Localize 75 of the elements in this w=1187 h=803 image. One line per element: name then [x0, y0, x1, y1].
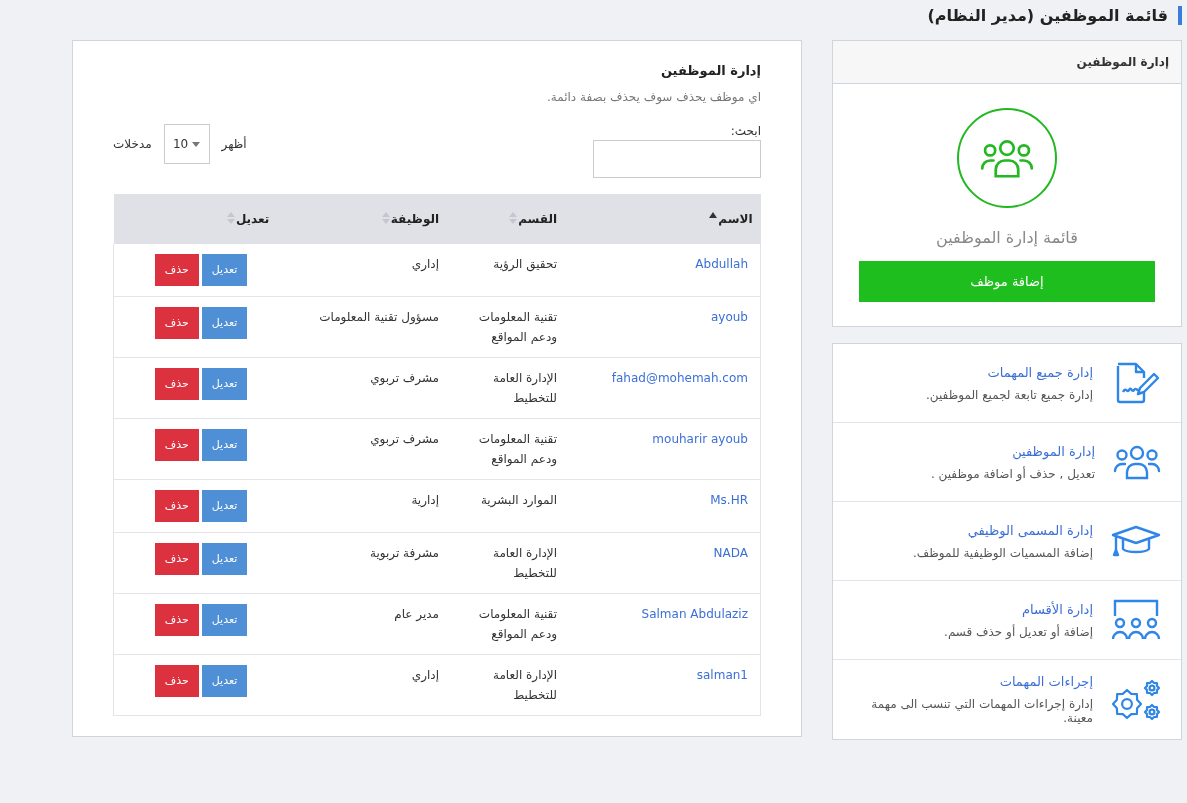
table-cell: إدارية: [277, 479, 448, 533]
employee-name-link[interactable]: ayoub: [710, 310, 748, 324]
sidebar-link-item[interactable]: إدارة الموظفين تعديل , حذف أو اضافة موظفين .: [833, 423, 1181, 502]
delete-button[interactable]: حذف: [154, 543, 199, 575]
table-cell: مشرف تربوي: [277, 418, 448, 480]
column-header[interactable]: الاسم: [565, 194, 761, 244]
delete-button[interactable]: حذف: [154, 604, 199, 636]
edit-button[interactable]: تعديل: [201, 368, 248, 400]
entries-dropdown[interactable]: 10: [163, 124, 210, 164]
card-header: إدارة الموظفين: [833, 41, 1181, 84]
search-field[interactable]: [593, 140, 761, 178]
table-cell: مسؤول تقنية المعلومات: [277, 296, 448, 358]
edit-button[interactable]: تعديل: [201, 254, 248, 286]
employee-name-link[interactable]: mouharir ayoub: [652, 432, 748, 446]
link-description: إضافة أو تعديل أو حذف قسم.: [944, 624, 1093, 639]
warning-note: اي موظف يحذف سوف يحذف بصفة دائمة.: [546, 90, 761, 104]
caret-icon: [192, 141, 201, 147]
table-cell: مدير عام: [277, 593, 448, 655]
people-icon: [1113, 444, 1161, 480]
show-label: أظهر: [221, 137, 247, 151]
table-cell: الإدارة العامة للتخطيط: [447, 357, 566, 419]
link-title[interactable]: إدارة جميع المهمات: [926, 364, 1093, 380]
edit-button[interactable]: تعديل: [201, 665, 248, 697]
section-heading: إدارة الموظفين: [659, 63, 761, 78]
table-cell: الإدارة العامة للتخطيط: [447, 654, 566, 716]
presentation-board-icon: [1111, 599, 1161, 641]
employee-name-link[interactable]: Salman Abdulaziz: [641, 607, 748, 621]
edit-button[interactable]: تعديل: [201, 490, 248, 522]
employee-name-link[interactable]: Abdullah: [695, 257, 748, 271]
graduation-cap-icon: [1111, 525, 1161, 557]
entries-label: مدخلات: [113, 137, 152, 151]
sidebar-link-item[interactable]: إجراءات المهمات إدارة إجراءات المهمات التي تنسب الى مهمة معينة.: [833, 660, 1181, 739]
edit-button[interactable]: تعديل: [201, 604, 248, 636]
table-cell: الموارد البشرية: [447, 479, 566, 533]
link-description: إدارة إجراءات المهمات التي تنسب الى مهمة معينة.: [870, 697, 1093, 725]
employee-name-link[interactable]: NADA: [713, 546, 748, 560]
table-cell: تقنية المعلومات ودعم المواقع: [447, 296, 566, 358]
link-description: إضافة المسميات الوظيفية للموظف.: [913, 545, 1093, 560]
sidebar-link-item[interactable]: إدارة جميع المهمات إدارة جميع تابعة لجميع الموظفين.: [833, 344, 1181, 423]
table-cell: تقنية المعلومات ودعم المواقع: [447, 593, 566, 655]
column-header[interactable]: القسم: [447, 194, 566, 244]
sidebar-link-item[interactable]: إدارة الأقسام إضافة أو تعديل أو حذف قسم.: [833, 581, 1181, 660]
edit-button[interactable]: تعديل: [201, 307, 248, 339]
delete-button[interactable]: حذف: [154, 254, 199, 286]
link-description: إدارة جميع تابعة لجميع الموظفين.: [926, 387, 1093, 402]
search-label: ابحث:: [729, 124, 761, 138]
table-cell: إداري: [277, 654, 448, 716]
add-employee-button[interactable]: إضافة موظف: [859, 261, 1155, 302]
edit-button[interactable]: تعديل: [201, 429, 248, 461]
table-cell: إداري: [277, 244, 448, 297]
link-title[interactable]: إجراءات المهمات: [847, 674, 1093, 689]
link-description: تعديل , حذف أو اضافة موظفين .: [931, 466, 1095, 481]
link-title[interactable]: إدارة المسمى الوظيفي: [913, 522, 1093, 538]
table-cell: تقنية المعلومات ودعم المواقع: [447, 418, 566, 480]
column-header[interactable]: تعديل: [113, 194, 278, 244]
employee-name-link[interactable]: fahad@mohemah.com: [611, 371, 748, 385]
column-header[interactable]: الوظيفة: [277, 194, 448, 244]
table-cell: مشرفة تربوية: [277, 532, 448, 594]
delete-button[interactable]: حذف: [154, 429, 199, 461]
delete-button[interactable]: حذف: [154, 307, 199, 339]
table-cell: الإدارة العامة للتخطيط: [447, 532, 566, 594]
sidebar-link-item[interactable]: إدارة المسمى الوظيفي إضافة المسميات الوظيفية للموظف.: [833, 502, 1181, 581]
page-title: قائمة الموظفين (مدير النظام): [927, 6, 1182, 25]
table-cell: مشرف تربوي: [277, 357, 448, 419]
link-title[interactable]: إدارة الأقسام: [944, 601, 1093, 617]
edit-button[interactable]: تعديل: [201, 543, 248, 575]
link-title[interactable]: إدارة الموظفين: [931, 443, 1095, 459]
delete-button[interactable]: حذف: [154, 368, 199, 400]
employee-name-link[interactable]: Ms.HR: [710, 493, 748, 507]
delete-button[interactable]: حذف: [154, 490, 199, 522]
employee-name-link[interactable]: salman1: [696, 668, 748, 682]
table-cell: تحقيق الرؤية: [447, 244, 566, 297]
gears-icon: [1111, 679, 1161, 720]
card-title: قائمة إدارة الموظفين: [936, 228, 1078, 247]
delete-button[interactable]: حذف: [154, 665, 199, 697]
